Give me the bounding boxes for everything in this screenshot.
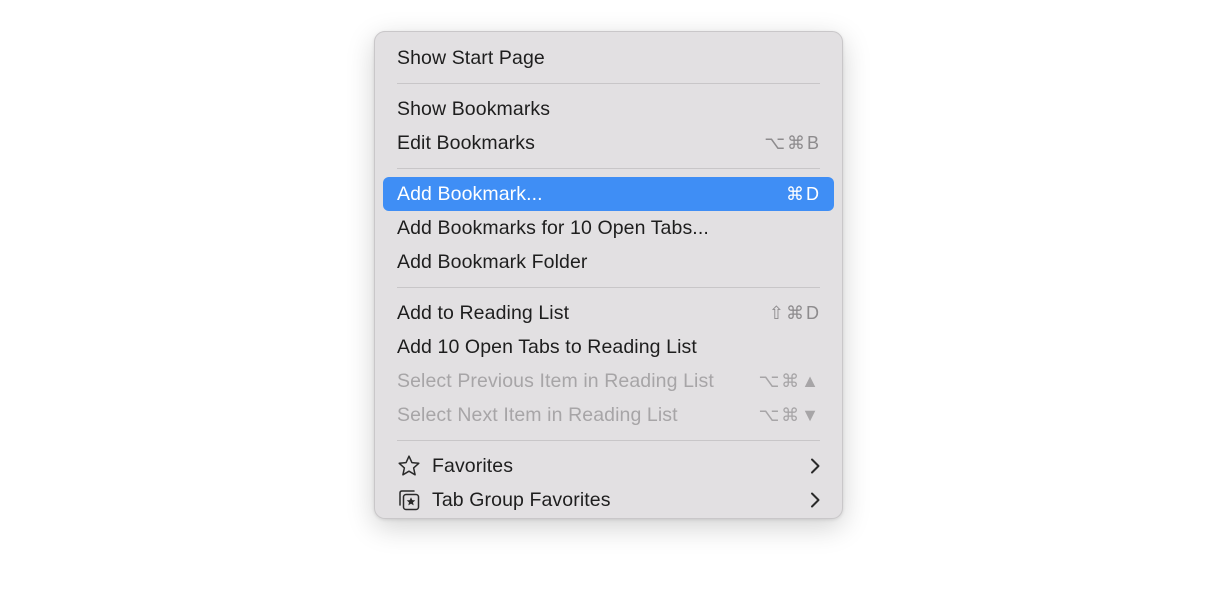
menu-item-label: Select Next Item in Reading List xyxy=(397,403,678,426)
menu-item-show-bookmarks[interactable]: Show Bookmarks xyxy=(383,92,834,126)
menu-item-add-bookmarks-for-open-tabs[interactable]: Add Bookmarks for 10 Open Tabs... xyxy=(383,211,834,245)
menu-item-label: Add 10 Open Tabs to Reading List xyxy=(397,335,697,358)
menu-separator xyxy=(397,83,820,84)
menu-item-label: Add Bookmarks for 10 Open Tabs... xyxy=(397,216,709,239)
menu-item-shortcut: ⌥⌘▲ xyxy=(758,370,821,391)
chevron-right-icon xyxy=(809,491,821,509)
menu-item-label: Favorites xyxy=(432,454,514,477)
menu-item-add-to-reading-list[interactable]: Add to Reading List ⇧⌘D xyxy=(383,296,834,330)
chevron-right-icon xyxy=(809,457,821,475)
menu-separator xyxy=(397,287,820,288)
menu-item-label: Add Bookmark... xyxy=(397,182,543,205)
menu-item-select-previous-reading-list: Select Previous Item in Reading List ⌥⌘▲ xyxy=(383,364,834,398)
menu-separator xyxy=(397,440,820,441)
star-icon xyxy=(397,454,421,478)
menu-item-shortcut: ⌥⌘▼ xyxy=(758,404,821,425)
menu-item-add-bookmark[interactable]: Add Bookmark... ⌘D xyxy=(383,177,834,211)
menu-item-favorites[interactable]: Favorites xyxy=(383,449,834,483)
menu-item-show-start-page[interactable]: Show Start Page xyxy=(383,41,834,75)
menu-item-label: Tab Group Favorites xyxy=(432,488,611,511)
bookmarks-menu: Show Start Page Show Bookmarks Edit Book… xyxy=(374,31,843,519)
menu-item-label: Show Start Page xyxy=(397,46,545,69)
menu-item-label: Add to Reading List xyxy=(397,301,570,324)
menu-item-add-bookmark-folder[interactable]: Add Bookmark Folder xyxy=(383,245,834,279)
menu-item-label: Show Bookmarks xyxy=(397,97,551,120)
menu-item-add-open-tabs-to-reading-list[interactable]: Add 10 Open Tabs to Reading List xyxy=(383,330,834,364)
menu-item-shortcut: ⇧⌘D xyxy=(768,302,821,323)
menu-item-tab-group-favorites[interactable]: Tab Group Favorites xyxy=(383,483,834,517)
menu-item-label: Edit Bookmarks xyxy=(397,131,535,154)
menu-item-shortcut: ⌘D xyxy=(786,183,821,204)
menu-separator xyxy=(397,168,820,169)
tab-group-star-icon xyxy=(397,488,421,512)
menu-item-label: Add Bookmark Folder xyxy=(397,250,588,273)
menu-item-edit-bookmarks[interactable]: Edit Bookmarks ⌥⌘B xyxy=(383,126,834,160)
menu-item-select-next-reading-list: Select Next Item in Reading List ⌥⌘▼ xyxy=(383,398,834,432)
menu-item-shortcut: ⌥⌘B xyxy=(764,132,821,153)
menu-item-label: Select Previous Item in Reading List xyxy=(397,369,714,392)
